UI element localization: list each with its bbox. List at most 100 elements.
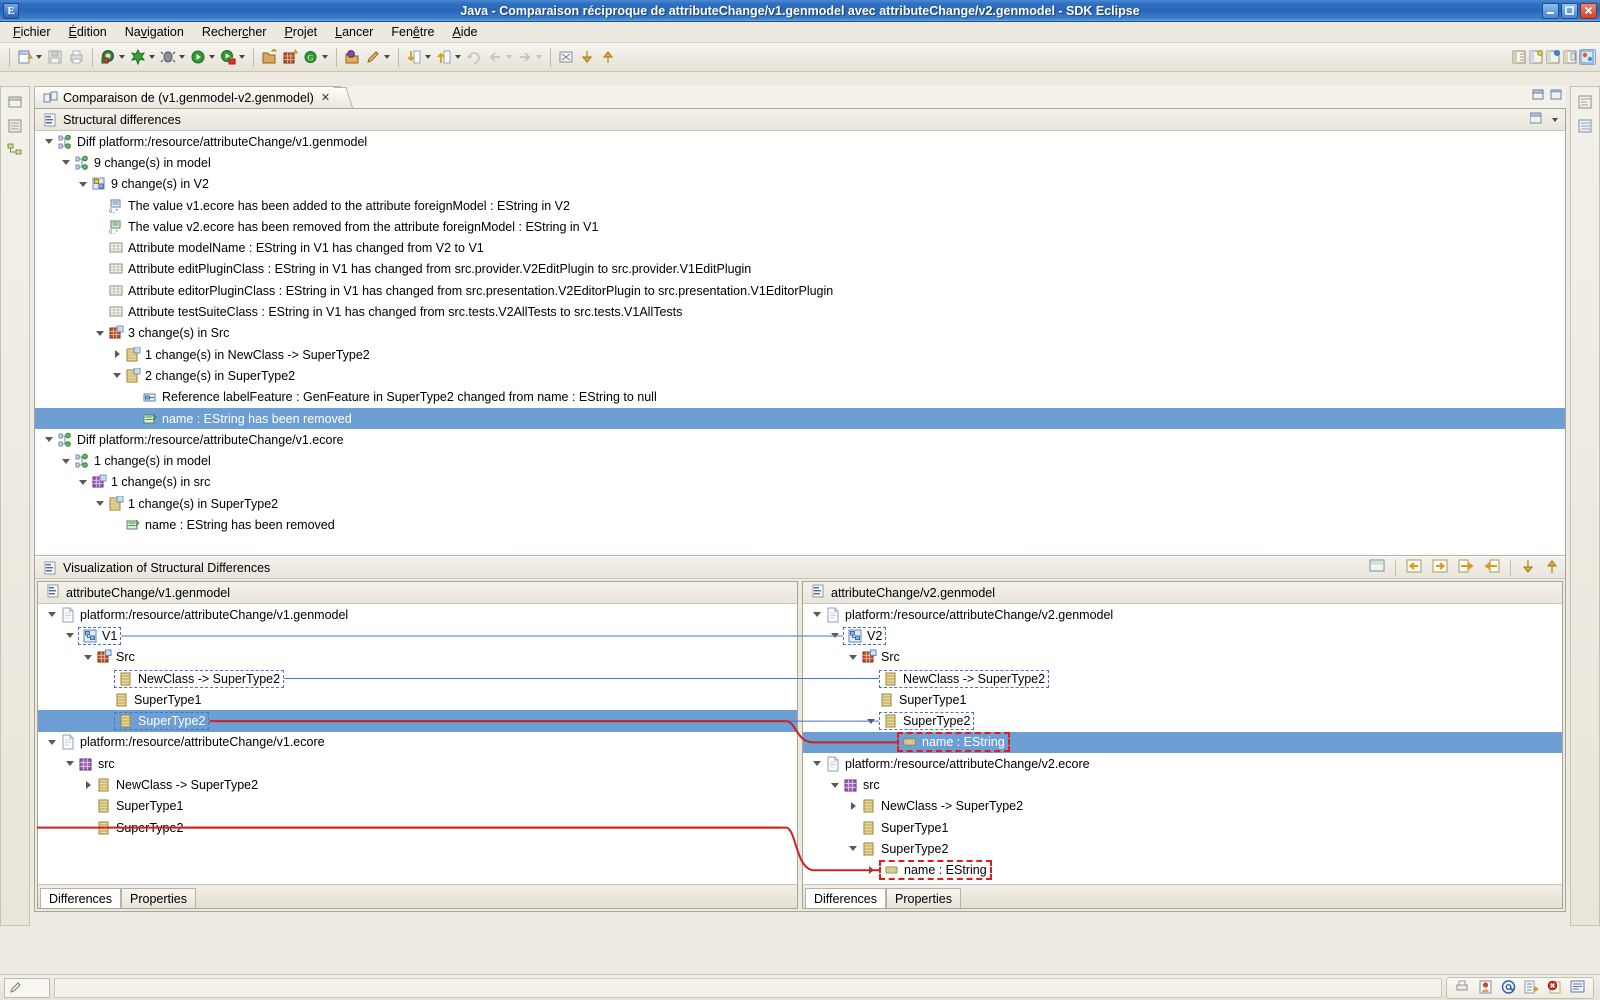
collapse-twisty-icon[interactable] [43,135,56,148]
copy-right-to-left-icon[interactable] [1406,559,1422,576]
tree-row[interactable]: 1 change(s) in SuperType2 [35,493,1565,514]
menu-fichier[interactable]: FFichierichier [4,23,60,41]
tree-row[interactable]: NewClass -> SuperType2 [803,668,1562,689]
tree-row[interactable]: Attribute editPluginClass : EString in V… [35,259,1565,280]
hierarchy-icon[interactable] [6,141,24,159]
new-java-project-button[interactable] [259,47,280,67]
collapse-twisty-icon[interactable] [64,629,77,642]
open-task-button[interactable] [342,47,363,67]
minimize-view-icon[interactable] [1532,89,1544,101]
tree-row[interactable]: Reference labelFeature : GenFeature in S… [35,387,1565,408]
perspective-debug-icon[interactable] [1545,49,1562,65]
collapse-twisty-icon[interactable] [94,497,107,510]
tree-row[interactable]: SuperType2 [38,817,797,838]
tree-row[interactable]: src [803,774,1562,795]
outline-view-icon[interactable] [1576,93,1594,111]
maximize-button[interactable] [1561,2,1578,19]
bookmark-icon[interactable] [1478,980,1493,995]
pencil-button[interactable] [363,47,393,67]
tree-row[interactable]: V1 [38,625,797,646]
next-annotation-button[interactable] [404,47,434,67]
collapse-twisty-icon[interactable] [111,369,124,382]
collapse-twisty-icon[interactable] [847,842,860,855]
view-menu-icon[interactable] [1529,112,1545,128]
task-list-icon[interactable] [1576,117,1594,135]
chevron-down-icon[interactable] [425,55,431,59]
previous-annotation-button[interactable] [434,47,464,67]
save-button[interactable] [45,47,66,67]
chevron-down-icon[interactable] [239,55,245,59]
run-button[interactable] [188,47,218,67]
tree-row[interactable]: platform:/resource/attributeChange/v1.ge… [38,604,797,625]
tree-row[interactable]: Diff platform:/resource/attributeChange/… [35,131,1565,152]
collapse-twisty-icon[interactable] [847,651,860,664]
collapse-twisty-icon[interactable] [94,327,107,340]
copy-left-to-right-icon[interactable] [1432,559,1448,576]
tree-row[interactable]: platform:/resource/attributeChange/v2.ge… [803,604,1562,625]
new-package-button[interactable] [280,47,301,67]
perspective-java-icon[interactable] [1528,49,1545,65]
tree-row[interactable]: 2 change(s) in SuperType2 [35,365,1565,386]
tree-row[interactable]: 0..* The value v2.ecore has been removed … [35,216,1565,237]
tree-row[interactable]: SuperType1 [803,689,1562,710]
tree-row[interactable]: Attribute testSuiteClass : EString in V1… [35,301,1565,322]
collapse-twisty-icon[interactable] [46,736,59,749]
tree-row[interactable]: name : EString [803,731,1562,754]
tree-row[interactable]: SuperType2 [803,710,1562,731]
tab-properties-left[interactable]: Properties [121,888,196,908]
collapse-twisty-icon[interactable] [77,476,90,489]
collapse-twisty-icon[interactable] [82,651,95,664]
menu-projet[interactable]: Projet [275,23,326,41]
close-button[interactable] [1580,2,1597,19]
show-properties-icon[interactable] [1369,559,1385,576]
tree-row[interactable]: 3 change(s) in Src [35,323,1565,344]
tree-row[interactable]: SuperType2 [38,710,797,732]
run-secure-button[interactable] [218,47,248,67]
tree-row[interactable]: Src [803,647,1562,668]
tree-row[interactable]: Diff platform:/resource/attributeChange/… [35,429,1565,450]
chevron-down-icon[interactable] [455,55,461,59]
tab-differences-right[interactable]: Differences [805,888,886,908]
menu-rechercher[interactable]: Rechercher [193,23,276,41]
new-wizard-button[interactable] [15,47,45,67]
perspective-resource-icon[interactable] [1562,49,1579,65]
close-icon[interactable]: ✕ [321,91,330,104]
next-difference-icon[interactable] [1521,559,1535,577]
editor-tab-comparison[interactable]: Comparaison de (v1.genmodel-v2.genmodel)… [34,86,342,108]
menu-lancer[interactable]: Lancer [326,23,382,41]
previous-difference-icon[interactable] [1545,559,1559,577]
perspective-open-icon[interactable] [1511,49,1528,65]
new-class-button[interactable]: G [301,47,331,67]
error-icon[interactable] [1547,980,1562,995]
menu-fenetre[interactable]: Fenêtre [382,23,443,41]
collapse-twisty-icon[interactable] [60,156,73,169]
collapse-twisty-icon[interactable] [43,433,56,446]
tree-row[interactable]: platform:/resource/attributeChange/v1.ec… [38,732,797,753]
collapse-twisty-icon[interactable] [77,178,90,191]
tree-row[interactable]: platform:/resource/attributeChange/v2.ec… [803,753,1562,774]
menu-edition[interactable]: Édition [60,23,116,41]
tree-row[interactable]: Src [38,647,797,668]
collapse-twisty-icon[interactable] [865,715,878,728]
down-arrow-button[interactable] [577,47,598,67]
tree-row[interactable]: SuperType1 [38,796,797,817]
print-small-icon[interactable] [1455,980,1470,995]
copy-all-right-to-left-icon[interactable] [1458,559,1474,576]
tree-row[interactable]: Attribute modelName : EString in V1 has … [35,237,1565,258]
maximize-view-icon[interactable] [1550,89,1562,101]
expand-twisty-icon[interactable] [82,779,95,792]
expand-twisty-icon[interactable] [865,864,878,877]
left-model-tree[interactable]: platform:/resource/attributeChange/v1.ge… [38,604,797,884]
collapse-twisty-icon[interactable] [60,455,73,468]
right-model-tree[interactable]: platform:/resource/attributeChange/v2.ge… [803,604,1562,884]
tree-row[interactable]: NewClass -> SuperType2 [38,774,797,795]
tree-row[interactable]: SuperType1 [38,689,797,710]
tree-row[interactable]: NewClass -> SuperType2 [803,796,1562,817]
tree-row[interactable]: SuperType2 [803,838,1562,859]
restore-perspective-icon[interactable] [6,93,24,111]
collapse-twisty-icon[interactable] [829,629,842,642]
tree-row[interactable]: V2 [803,625,1562,646]
tree-row[interactable]: name : EString has been removed [35,514,1565,535]
expand-twisty-icon[interactable] [111,348,124,361]
up-arrow-button[interactable] [598,47,619,67]
